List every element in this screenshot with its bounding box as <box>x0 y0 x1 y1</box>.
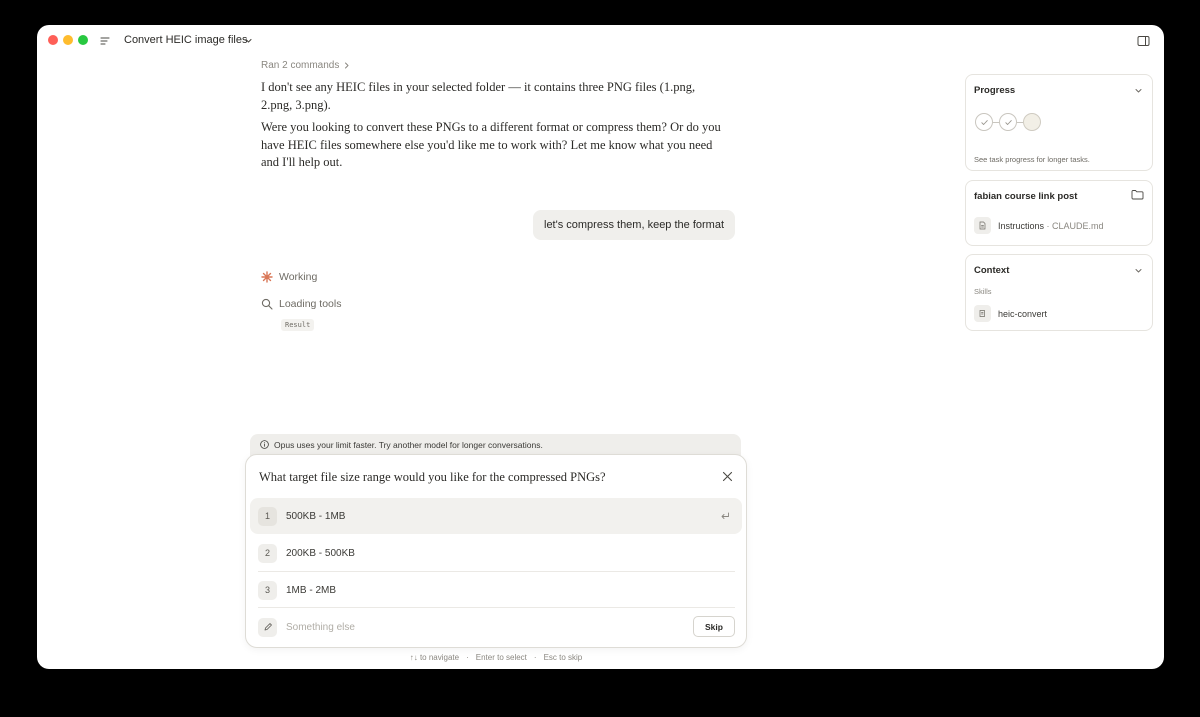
skill-item[interactable]: heic-convert <box>974 305 1047 322</box>
skills-label: Skills <box>974 287 992 296</box>
file-label: Instructions <box>998 220 1045 231</box>
chevron-down-icon[interactable] <box>1134 86 1143 95</box>
notice-text: Opus uses your limit faster. Try another… <box>274 440 543 450</box>
assistant-message: I don't see any HEIC files in your selec… <box>261 80 696 112</box>
skill-icon <box>974 305 991 322</box>
menu-icon[interactable] <box>99 35 111 47</box>
assistant-message: Were you looking to convert these PNGs t… <box>261 120 721 169</box>
option-number: 1 <box>258 506 277 526</box>
working-status: Working <box>261 271 317 283</box>
project-title: fabian course link post <box>974 191 1078 202</box>
option-1[interactable]: 1 500KB - 1MB <box>250 498 742 534</box>
option-3[interactable]: 3 1MB - 2MB <box>250 572 742 608</box>
app-window: Convert HEIC image files Ran 2 commands … <box>37 25 1164 669</box>
hint-navigate: ↑↓ to navigate <box>409 653 460 662</box>
progress-panel: Progress See task progress for longer ta… <box>965 74 1153 171</box>
result-chip[interactable]: Result <box>281 319 315 331</box>
progress-title: Progress <box>974 85 1016 96</box>
step-complete <box>975 113 993 131</box>
option-number: 2 <box>258 543 277 563</box>
project-panel: fabian course link post Instructions · C… <box>965 180 1153 246</box>
skip-button[interactable]: Skip <box>693 616 735 637</box>
minimize-window-button[interactable] <box>63 35 73 45</box>
ran-commands-toggle[interactable]: Ran 2 commands <box>261 60 350 71</box>
keyboard-hints: ↑↓ to navigate · Enter to select · Esc to sk… <box>409 653 583 662</box>
working-label: Working <box>279 271 318 283</box>
enter-icon <box>721 512 729 519</box>
divider <box>258 607 735 608</box>
option-label: 200KB - 500KB <box>286 547 355 559</box>
option-2[interactable]: 2 200KB - 500KB <box>250 535 742 571</box>
search-icon <box>261 298 273 310</box>
check-icon <box>980 119 988 125</box>
folder-icon[interactable] <box>1131 189 1144 200</box>
file-meta: · CLAUDE.md <box>1046 220 1104 231</box>
sparkle-icon <box>261 271 273 283</box>
option-label: 500KB - 1MB <box>286 510 346 522</box>
check-icon <box>1004 119 1012 125</box>
skill-name: heic-convert <box>998 308 1048 319</box>
step-pending <box>1023 113 1041 131</box>
window-title[interactable]: Convert HEIC image files <box>124 34 248 46</box>
question-text: What target file size range would you li… <box>259 470 606 484</box>
context-panel: Context Skills heic-convert <box>965 254 1153 331</box>
step-complete <box>999 113 1017 131</box>
something-else-input[interactable] <box>286 621 666 633</box>
close-window-button[interactable] <box>48 35 58 45</box>
close-icon[interactable] <box>722 471 733 482</box>
info-icon <box>260 440 269 449</box>
chevron-down-icon[interactable] <box>1134 266 1143 275</box>
loading-tools-status[interactable]: Loading tools <box>261 298 341 310</box>
chevron-right-icon <box>345 62 349 69</box>
context-title: Context <box>974 265 1010 276</box>
progress-steps <box>975 113 1041 131</box>
other-option-row: Skip <box>250 609 742 645</box>
document-icon <box>974 217 991 234</box>
chevron-down-icon[interactable] <box>243 35 254 46</box>
zoom-window-button[interactable] <box>78 35 88 45</box>
sidebar-toggle-icon[interactable] <box>1137 35 1150 47</box>
hint-select: Enter to select <box>475 653 527 662</box>
question-card: What target file size range would you li… <box>245 454 747 648</box>
option-label: 1MB - 2MB <box>286 584 337 596</box>
option-number: 3 <box>258 580 277 600</box>
loading-label: Loading tools <box>279 298 342 310</box>
user-message: let's compress them, keep the format <box>533 210 736 240</box>
ran-commands-label: Ran 2 commands <box>261 60 340 71</box>
title-bar: Convert HEIC image files <box>37 25 1164 57</box>
hint-skip: Esc to skip <box>543 653 583 662</box>
pencil-icon <box>258 617 277 637</box>
instructions-file[interactable]: Instructions · CLAUDE.md <box>974 217 1104 234</box>
progress-subtitle: See task progress for longer tasks. <box>974 155 1090 164</box>
